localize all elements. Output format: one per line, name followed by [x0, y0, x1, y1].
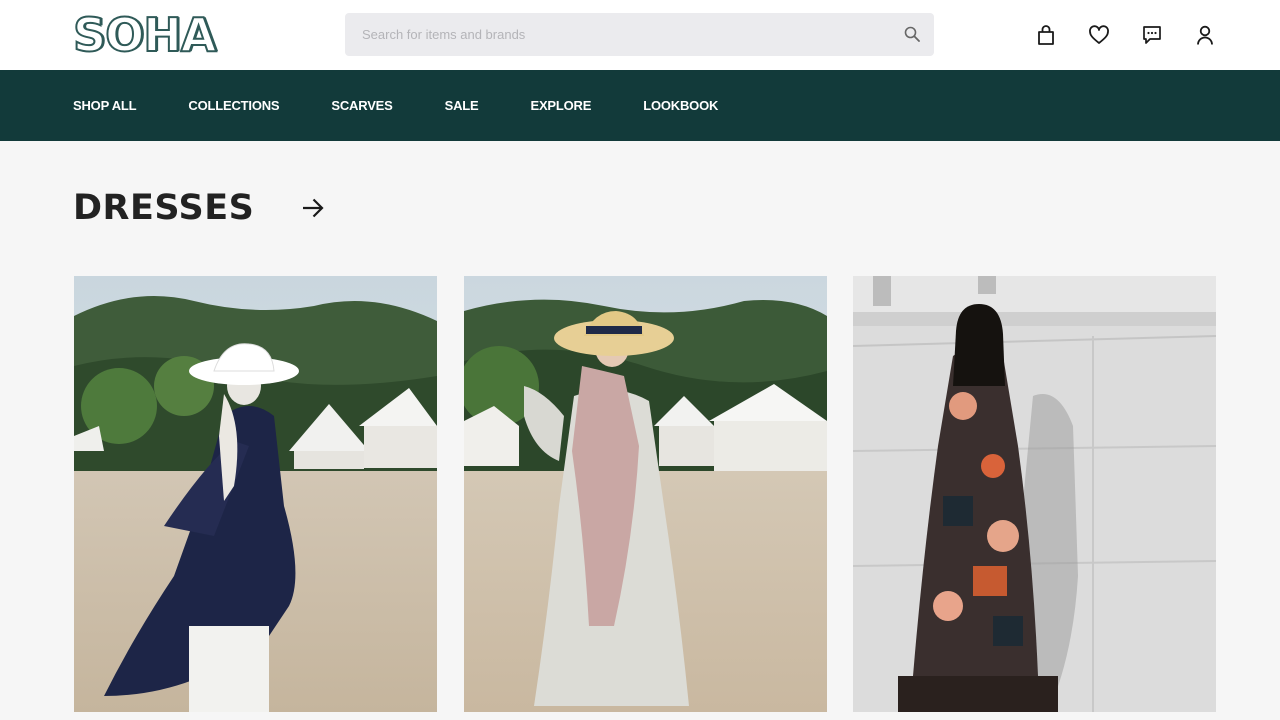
product-image — [853, 276, 1216, 712]
shopping-bag-icon[interactable] — [1033, 22, 1059, 48]
search-bar — [345, 13, 934, 56]
main-nav: SHOP ALL COLLECTIONS SCARVES SALE EXPLOR… — [0, 70, 1280, 141]
nav-item-shop-all[interactable]: SHOP ALL — [73, 98, 137, 113]
section-title: DRESSES — [73, 188, 255, 228]
logo[interactable]: SOHA — [72, 10, 217, 60]
product-card[interactable] — [74, 276, 437, 712]
heart-icon[interactable] — [1086, 22, 1112, 48]
nav-item-scarves[interactable]: SCARVES — [331, 98, 392, 113]
nav-item-sale[interactable]: SALE — [445, 98, 479, 113]
header-actions — [1033, 22, 1218, 48]
section-header: DRESSES — [73, 188, 328, 228]
product-card[interactable] — [853, 276, 1216, 712]
top-header: SOHA — [0, 0, 1280, 70]
arrow-right-icon[interactable] — [298, 193, 328, 223]
search-icon[interactable] — [903, 25, 921, 43]
nav-item-explore[interactable]: EXPLORE — [530, 98, 591, 113]
product-card[interactable] — [464, 276, 827, 712]
user-icon[interactable] — [1192, 22, 1218, 48]
nav-item-collections[interactable]: COLLECTIONS — [188, 98, 279, 113]
nav-item-lookbook[interactable]: LOOKBOOK — [643, 98, 718, 113]
product-image — [74, 276, 437, 712]
product-image — [464, 276, 827, 712]
message-icon[interactable] — [1139, 22, 1165, 48]
search-input[interactable] — [345, 13, 865, 56]
